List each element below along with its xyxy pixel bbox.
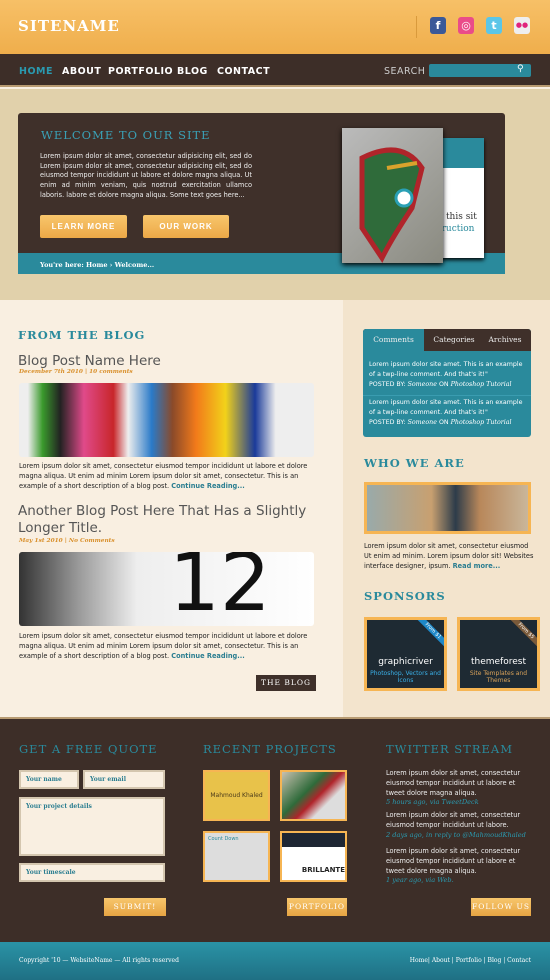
- submit-button[interactable]: SUBMIT!: [104, 898, 166, 916]
- flickr-icon[interactable]: ●●: [514, 17, 530, 34]
- quote-heading: GET A FREE QUOTE: [19, 742, 158, 756]
- project-thumb[interactable]: Mahmoud Khaled: [203, 770, 270, 821]
- post-excerpt: Lorem ipsum dolor sit amet, consectetur …: [19, 462, 314, 491]
- comment-item[interactable]: Lorem ipsum dolor site amet. This is an …: [369, 398, 527, 427]
- divider: [363, 395, 531, 396]
- tweet-text: Lorem ipsum dolor sit amet, consectetur …: [386, 847, 521, 875]
- search-icon[interactable]: ⚲: [517, 64, 524, 74]
- post-text: Lorem ipsum dolor sit amet, consectetur …: [19, 462, 308, 490]
- project-thumb[interactable]: BRILLANTE: [280, 831, 347, 882]
- post-meta: May 1st 2010 | No Comments: [19, 538, 115, 544]
- tab-categories[interactable]: Categories: [426, 329, 482, 351]
- email-input[interactable]: Your email: [83, 770, 165, 789]
- dribbble-icon[interactable]: ◎: [458, 17, 474, 34]
- comment-item[interactable]: Lorem ipsum dolor site amet. This is an …: [369, 360, 527, 389]
- hero-title: WELCOME TO OUR SITE: [41, 128, 211, 142]
- footer-link-blog[interactable]: Blog: [488, 957, 502, 964]
- project-thumb[interactable]: Count Down: [203, 831, 270, 882]
- nav-about[interactable]: ABOUT: [62, 66, 101, 77]
- comment-post: Photoshop Tutorial: [450, 418, 512, 426]
- hero-text: Lorem ipsum dolor sit amet, consectetur …: [40, 152, 252, 199]
- continue-reading-link[interactable]: Continue Reading...: [171, 652, 245, 660]
- who-we-are-text: Lorem ipsum dolor sit amet, consectetur …: [364, 542, 534, 571]
- sponsor-name: themeforest: [470, 657, 526, 667]
- sponsor-ribbon: From $5: [506, 620, 537, 651]
- projects-heading: RECENT PROJECTS: [203, 742, 337, 756]
- follow-us-button[interactable]: FOLLOW US: [471, 898, 531, 916]
- who-we-are-image: [364, 482, 531, 534]
- continue-reading-link[interactable]: Continue Reading...: [171, 482, 245, 490]
- slide-card-text: y this sit: [438, 212, 477, 222]
- footer-link-portfolio[interactable]: Portfolio: [456, 957, 482, 964]
- post-image-pencils[interactable]: [19, 383, 314, 457]
- slide-card-text: truction: [438, 224, 475, 234]
- footer-link-home[interactable]: Home: [410, 957, 428, 964]
- tab-archives[interactable]: Archives: [482, 329, 528, 351]
- comment-author: Someone: [407, 380, 437, 388]
- tweet: Lorem ipsum dolor sit amet, consectetur …: [386, 769, 536, 808]
- post-image-clock[interactable]: 12: [19, 552, 314, 626]
- search-input[interactable]: [429, 64, 531, 77]
- tweet-meta[interactable]: 2 days ago, in reply to @MahmoudKhaled: [386, 831, 526, 839]
- dragon-illustration: [359, 147, 425, 263]
- comment-post: Photoshop Tutorial: [450, 380, 512, 388]
- sponsor-subtitle: Site Templates and Themes: [469, 670, 528, 684]
- on-label: ON: [438, 380, 449, 388]
- post-text: Lorem ipsum dolor sit amet, consectetur …: [19, 632, 308, 660]
- our-work-button[interactable]: OUR WORK: [143, 215, 229, 238]
- comment-text: Lorem ipsum dolor site amet. This is an …: [369, 361, 523, 378]
- search-label: SEARCH: [384, 66, 426, 77]
- posted-by-label: POSTED BY:: [369, 380, 406, 388]
- clock-numeral: 12: [169, 552, 271, 626]
- on-label: ON: [438, 418, 449, 426]
- who-text: Lorem ipsum dolor sit amet, consectetur …: [364, 542, 534, 570]
- twitter-heading: TWITTER STREAM: [386, 742, 513, 756]
- tweet-text: Lorem ipsum dolor sit amet, consectetur …: [386, 769, 521, 797]
- blog-heading: FROM THE BLOG: [18, 328, 146, 342]
- nav-contact[interactable]: CONTACT: [217, 66, 270, 77]
- name-input[interactable]: Your name: [19, 770, 79, 789]
- comment-text: Lorem ipsum dolor site amet. This is an …: [369, 399, 523, 416]
- footer-links: Home| About | Portfolio | Blog | Contact: [409, 957, 531, 964]
- read-more-link[interactable]: Read more...: [453, 562, 501, 570]
- who-we-are-heading: WHO WE ARE: [364, 456, 465, 470]
- sponsor-themeforest[interactable]: From $5 themeforest Site Templates and T…: [457, 617, 540, 691]
- post-title[interactable]: Another Blog Post Here That Has a Slight…: [18, 503, 318, 537]
- project-thumb[interactable]: [280, 770, 347, 821]
- footer-link-about[interactable]: About: [432, 957, 450, 964]
- nav-blog[interactable]: BLOG: [177, 66, 208, 77]
- tweet-text: Lorem ipsum dolor sit amet, consectetur …: [386, 811, 521, 829]
- twitter-icon[interactable]: t: [486, 17, 502, 34]
- tweet-meta[interactable]: 5 hours ago, via TweetDeck: [386, 798, 479, 806]
- sponsor-subtitle: Photoshop, Vectors and Icons: [370, 670, 441, 684]
- nav-portfolio[interactable]: PORTFOLIO: [108, 66, 173, 77]
- timescale-input[interactable]: Your timescale: [19, 863, 165, 882]
- post-excerpt: Lorem ipsum dolor sit amet, consectetur …: [19, 632, 314, 661]
- sponsor-name: graphicriver: [378, 657, 433, 667]
- post-title[interactable]: Blog Post Name Here: [18, 353, 161, 370]
- footer-link-contact[interactable]: Contact: [507, 957, 531, 964]
- facebook-icon[interactable]: f: [430, 17, 446, 34]
- sponsor-ribbon: From $1: [413, 620, 444, 651]
- project-details-textarea[interactable]: Your project details: [19, 797, 165, 856]
- post-meta: December 7th 2010 | 10 comments: [19, 369, 133, 375]
- tweet: Lorem ipsum dolor sit amet, consectetur …: [386, 811, 536, 840]
- tweet-meta[interactable]: 1 year ago, via Web.: [386, 876, 454, 884]
- portfolio-button[interactable]: PORTFOLIO: [287, 898, 347, 916]
- sponsor-graphicriver[interactable]: From $1 graphicriver Photoshop, Vectors …: [364, 617, 447, 691]
- tab-comments[interactable]: Comments: [363, 329, 424, 351]
- site-logo[interactable]: SITENAME: [18, 17, 120, 35]
- breadcrumb: You're here: Home › Welcome...: [40, 261, 155, 269]
- comment-author: Someone: [407, 418, 437, 426]
- divider: [416, 16, 417, 38]
- learn-more-button[interactable]: LEARN MORE: [40, 215, 127, 238]
- posted-by-label: POSTED BY:: [369, 418, 406, 426]
- nav-home[interactable]: HOME: [19, 66, 53, 77]
- copyright: Copyright '10 — WebsiteName — All rights…: [19, 957, 179, 964]
- slide-image-dragon[interactable]: [342, 128, 443, 263]
- the-blog-button[interactable]: THE BLOG: [256, 675, 316, 691]
- sponsors-heading: SPONSORS: [364, 589, 446, 603]
- tweet: Lorem ipsum dolor sit amet, consectetur …: [386, 847, 536, 886]
